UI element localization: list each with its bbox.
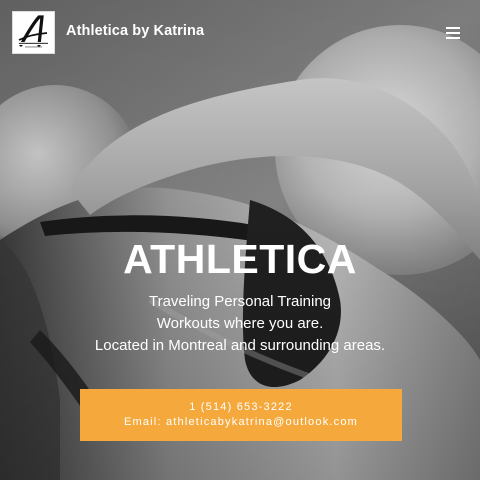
- menu-bar: [446, 32, 460, 34]
- hamburger-menu-icon[interactable]: [442, 24, 464, 42]
- menu-bar: [446, 27, 460, 29]
- contact-email[interactable]: Email: athleticabykatrina@outlook.com: [80, 415, 402, 430]
- hero-line: Located in Montreal and surrounding area…: [94, 337, 386, 354]
- site-logo[interactable]: [12, 11, 55, 54]
- site-header: Athletica by Katrina: [0, 0, 480, 64]
- hero-line: Traveling Personal Training: [148, 293, 332, 310]
- hero-title: ATHLETICA: [123, 236, 357, 282]
- brand-name[interactable]: Athletica by Katrina: [66, 23, 204, 39]
- hero-section: Athletica by Katrina ATHLETICA Traveling…: [0, 0, 480, 480]
- menu-bar: [446, 37, 460, 39]
- logo-a-icon: [17, 15, 50, 48]
- hero-line: Workouts where you are.: [156, 315, 324, 332]
- contact-phone[interactable]: 1 (514) 653-3222: [80, 400, 402, 415]
- hero-description: Traveling Personal Training Workouts whe…: [0, 291, 480, 357]
- contact-button[interactable]: 1 (514) 653-3222 Email: athleticabykatri…: [80, 389, 402, 441]
